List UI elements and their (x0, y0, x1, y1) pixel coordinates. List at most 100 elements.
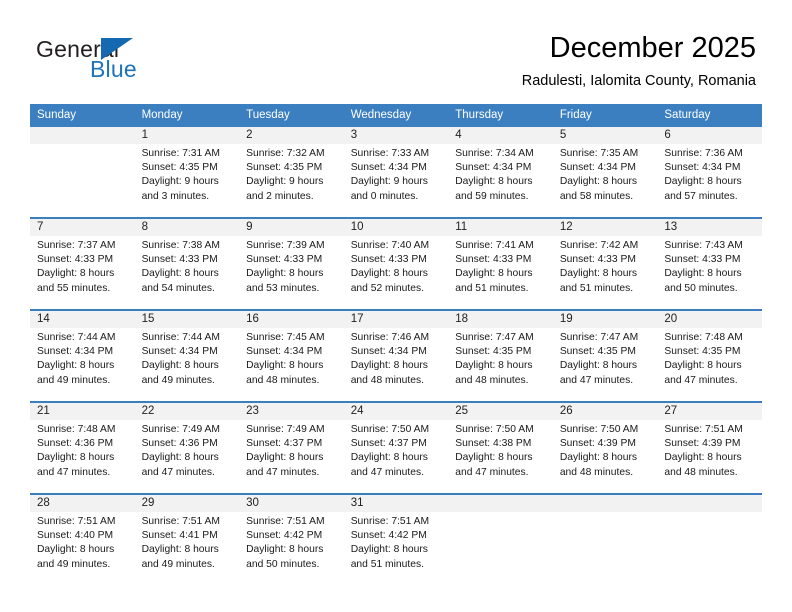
calendar-day-cell[interactable]: 13 Sunrise: 7:43 AM Sunset: 4:33 PM Dayligh… (657, 217, 762, 310)
calendar-day-cell[interactable]: 17 Sunrise: 7:46 AM Sunset: 4:34 PM Dayligh… (343, 309, 449, 402)
day-detail-daylight: Daylight: 8 hours (559, 360, 638, 372)
calendar-day-cell[interactable]: 20 Sunrise: 7:48 AM Sunset: 4:35 PM Dayligh… (657, 309, 762, 402)
day-number: 9 (239, 219, 344, 236)
day-detail-daylight: Daylight: 8 hours (455, 268, 533, 280)
day-detail: Sunrise: 7:35 AM Sunset: 4:34 PM Daylight:… (553, 144, 658, 204)
day-cell-content: 16 Sunrise: 7:45 AM Sunset: 4:34 PM Dayligh… (239, 311, 344, 401)
calendar-day-cell[interactable]: 3 Sunrise: 7:33 AM Sunset: 4:34 PM Daylight… (343, 127, 449, 218)
day-detail-sunset: Sunset: 4:35 PM (559, 346, 636, 358)
day-number: 23 (239, 403, 344, 420)
day-cell-content (448, 495, 553, 585)
day-number-band-empty (657, 495, 762, 512)
calendar-day-cell[interactable]: 23 Sunrise: 7:49 AM Sunset: 4:37 PM Dayligh… (239, 401, 344, 494)
day-cell-content: 7 Sunrise: 7:37 AM Sunset: 4:33 PM Daylight… (30, 219, 135, 309)
brand-logo[interactable]: General Blue (36, 36, 226, 86)
day-detail-daylight: and 47 minutes. (37, 466, 111, 478)
day-detail: Sunrise: 7:49 AM Sunset: 4:37 PM Daylight:… (239, 420, 344, 480)
day-cell-content: 13 Sunrise: 7:43 AM Sunset: 4:33 PM Dayligh… (657, 219, 762, 309)
calendar-day-cell[interactable]: 30 Sunrise: 7:51 AM Sunset: 4:42 PM Dayligh… (239, 493, 344, 585)
day-detail-daylight: Daylight: 8 hours (455, 452, 533, 464)
day-detail-daylight: and 55 minutes. (37, 282, 111, 294)
day-number: 3 (343, 127, 449, 144)
day-cell-content: 3 Sunrise: 7:33 AM Sunset: 4:34 PM Daylight… (343, 127, 449, 217)
day-number: 24 (343, 403, 449, 420)
calendar-day-cell[interactable]: 7 Sunrise: 7:37 AM Sunset: 4:33 PM Daylight… (30, 217, 135, 310)
day-detail-daylight: Daylight: 8 hours (350, 360, 428, 372)
calendar-day-cell[interactable]: 8 Sunrise: 7:38 AM Sunset: 4:33 PM Daylight… (134, 217, 240, 310)
day-detail-daylight: and 47 minutes. (141, 466, 215, 478)
day-detail: Sunrise: 7:42 AM Sunset: 4:33 PM Daylight:… (553, 236, 658, 296)
calendar-day-cell[interactable]: 15 Sunrise: 7:44 AM Sunset: 4:34 PM Dayligh… (134, 309, 240, 402)
day-detail-daylight: Daylight: 8 hours (664, 360, 742, 372)
day-detail: Sunrise: 7:50 AM Sunset: 4:37 PM Daylight:… (344, 420, 449, 480)
day-detail: Sunrise: 7:36 AM Sunset: 4:34 PM Daylight:… (657, 144, 762, 204)
day-detail: Sunrise: 7:47 AM Sunset: 4:35 PM Daylight:… (448, 328, 553, 388)
weekday-header-monday: Monday (134, 104, 240, 127)
day-detail-sunset: Sunset: 4:33 PM (37, 254, 114, 266)
day-detail-daylight: and 3 minutes. (141, 190, 210, 202)
day-detail-daylight: and 49 minutes. (141, 558, 215, 570)
day-detail-sunrise: Sunrise: 7:36 AM (664, 148, 743, 159)
calendar-day-cell[interactable]: 1 Sunrise: 7:31 AM Sunset: 4:35 PM Daylight… (134, 127, 240, 218)
day-detail-sunset: Sunset: 4:35 PM (664, 346, 741, 358)
day-number: 6 (657, 127, 762, 144)
day-detail-daylight: Daylight: 8 hours (141, 268, 219, 280)
calendar-day-cell[interactable]: 4 Sunrise: 7:34 AM Sunset: 4:34 PM Daylight… (448, 127, 553, 218)
calendar-day-cell[interactable]: 5 Sunrise: 7:35 AM Sunset: 4:34 PM Daylight… (552, 127, 658, 218)
day-detail-daylight: and 58 minutes. (559, 190, 634, 202)
day-detail-daylight: and 48 minutes. (246, 374, 320, 386)
calendar-day-cell[interactable]: 27 Sunrise: 7:51 AM Sunset: 4:39 PM Dayligh… (657, 401, 762, 494)
day-detail-daylight: and 48 minutes. (350, 374, 424, 386)
day-number: 16 (239, 311, 344, 328)
calendar-day-cell[interactable]: 9 Sunrise: 7:39 AM Sunset: 4:33 PM Daylight… (239, 217, 344, 310)
day-detail-daylight: Daylight: 8 hours (141, 360, 219, 372)
day-cell-content: 30 Sunrise: 7:51 AM Sunset: 4:42 PM Dayligh… (239, 495, 344, 585)
weekday-header-saturday: Saturday (657, 104, 762, 127)
day-cell-content: 26 Sunrise: 7:50 AM Sunset: 4:39 PM Dayligh… (552, 403, 658, 493)
page-header: General Blue December 2025 Radulesti, Ia… (0, 0, 792, 104)
day-detail-sunset: Sunset: 4:33 PM (246, 254, 323, 266)
day-cell-content: 19 Sunrise: 7:47 AM Sunset: 4:35 PM Dayligh… (552, 311, 658, 401)
day-number: 20 (657, 311, 762, 328)
calendar-day-cell[interactable]: 18 Sunrise: 7:47 AM Sunset: 4:35 PM Dayligh… (448, 309, 553, 402)
day-cell-content: 21 Sunrise: 7:48 AM Sunset: 4:36 PM Dayligh… (30, 403, 135, 493)
day-cell-content (30, 127, 135, 217)
day-detail-sunrise: Sunrise: 7:50 AM (559, 424, 639, 435)
day-cell-content: 22 Sunrise: 7:49 AM Sunset: 4:36 PM Dayligh… (134, 403, 240, 493)
calendar-day-cell[interactable]: 29 Sunrise: 7:51 AM Sunset: 4:41 PM Dayligh… (134, 493, 240, 585)
day-detail-sunrise: Sunrise: 7:51 AM (141, 516, 220, 527)
calendar-day-cell[interactable]: 11 Sunrise: 7:41 AM Sunset: 4:33 PM Dayligh… (448, 217, 553, 310)
day-detail-daylight: and 47 minutes. (664, 374, 738, 386)
day-number: 14 (30, 311, 135, 328)
day-cell-content: 25 Sunrise: 7:50 AM Sunset: 4:38 PM Dayligh… (448, 403, 553, 493)
calendar-day-cell[interactable]: 21 Sunrise: 7:48 AM Sunset: 4:36 PM Dayligh… (30, 401, 135, 494)
day-detail: Sunrise: 7:51 AM Sunset: 4:39 PM Daylight:… (657, 420, 762, 480)
day-detail-sunrise: Sunrise: 7:37 AM (37, 240, 116, 251)
calendar-day-cell[interactable]: 26 Sunrise: 7:50 AM Sunset: 4:39 PM Dayligh… (552, 401, 658, 494)
calendar-day-cell[interactable]: 14 Sunrise: 7:44 AM Sunset: 4:34 PM Dayligh… (30, 309, 135, 402)
calendar-day-cell[interactable]: 6 Sunrise: 7:36 AM Sunset: 4:34 PM Daylight… (657, 127, 762, 218)
day-detail-daylight: Daylight: 8 hours (350, 544, 428, 556)
day-number: 29 (134, 495, 240, 512)
calendar-day-cell[interactable]: 19 Sunrise: 7:47 AM Sunset: 4:35 PM Dayligh… (552, 309, 658, 402)
day-detail-daylight: and 48 minutes. (455, 374, 529, 386)
day-number: 26 (552, 403, 658, 420)
day-cell-content: 2 Sunrise: 7:32 AM Sunset: 4:35 PM Daylight… (239, 127, 344, 217)
day-number: 27 (657, 403, 762, 420)
calendar-day-cell[interactable]: 24 Sunrise: 7:50 AM Sunset: 4:37 PM Dayligh… (343, 401, 449, 494)
calendar-day-cell[interactable]: 10 Sunrise: 7:40 AM Sunset: 4:33 PM Dayligh… (343, 217, 449, 310)
calendar-day-cell[interactable]: 12 Sunrise: 7:42 AM Sunset: 4:33 PM Dayligh… (552, 217, 658, 310)
day-detail-daylight: and 57 minutes. (664, 190, 738, 202)
day-detail-daylight: and 48 minutes. (664, 466, 738, 478)
day-detail-sunset: Sunset: 4:33 PM (664, 254, 741, 266)
calendar-day-cell[interactable]: 22 Sunrise: 7:49 AM Sunset: 4:36 PM Dayligh… (134, 401, 240, 494)
calendar-day-cell[interactable]: 25 Sunrise: 7:50 AM Sunset: 4:38 PM Dayligh… (448, 401, 553, 494)
day-detail: Sunrise: 7:33 AM Sunset: 4:34 PM Daylight:… (344, 144, 449, 204)
calendar-day-cell[interactable]: 28 Sunrise: 7:51 AM Sunset: 4:40 PM Dayligh… (30, 493, 135, 585)
calendar-day-cell[interactable]: 16 Sunrise: 7:45 AM Sunset: 4:34 PM Dayligh… (239, 309, 344, 402)
day-detail-sunset: Sunset: 4:35 PM (141, 162, 218, 174)
day-detail-daylight: and 51 minutes. (559, 282, 634, 294)
calendar-day-cell[interactable]: 31 Sunrise: 7:51 AM Sunset: 4:42 PM Dayligh… (343, 493, 449, 585)
day-detail-sunset: Sunset: 4:34 PM (350, 162, 427, 174)
calendar-day-cell[interactable]: 2 Sunrise: 7:32 AM Sunset: 4:35 PM Daylight… (239, 127, 344, 218)
